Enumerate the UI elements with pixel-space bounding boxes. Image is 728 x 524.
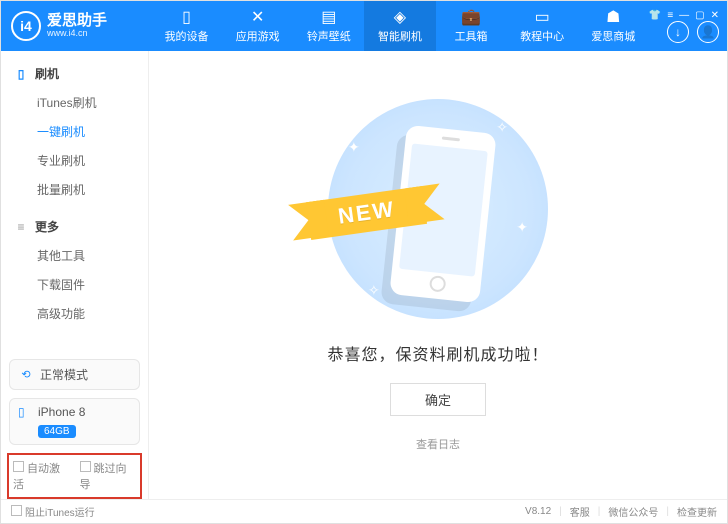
update-link[interactable]: 检查更新 (677, 504, 717, 519)
nav-label: 智能刷机 (378, 28, 422, 44)
device-small-icon: ▯ (18, 405, 32, 419)
storage-badge: 64GB (38, 425, 76, 438)
flash-icon: ◈ (394, 8, 406, 26)
group-label: 更多 (35, 218, 59, 235)
download-icon[interactable]: ↓ (667, 21, 689, 43)
device-box[interactable]: ▯ iPhone 8 64GB (9, 398, 140, 445)
nav-apps-games[interactable]: ✕ 应用游戏 (222, 1, 293, 51)
apps-icon: ✕ (251, 8, 264, 26)
device-icon: ▯ (182, 8, 191, 26)
app-logo: i4 爱思助手 www.i4.cn (11, 11, 151, 41)
close-icon[interactable]: ✕ (711, 10, 719, 21)
user-icon[interactable]: 👤 (697, 21, 719, 43)
sidebar-group-more[interactable]: ≡ 更多 (1, 212, 148, 241)
phone-icon: ▯ (13, 67, 29, 81)
sidebar: ▯ 刷机 iTunes刷机 一键刷机 专业刷机 批量刷机 ≡ 更多 其他工具 下… (1, 51, 149, 499)
nav-label: 应用游戏 (236, 28, 280, 44)
top-nav: ▯ 我的设备 ✕ 应用游戏 ▤ 铃声壁纸 ◈ 智能刷机 💼 工具箱 ▭ 教程中心… (151, 1, 649, 51)
footer-bar: 阻止iTunes运行 V8.12 | 客服 | 微信公众号 | 检查更新 (1, 499, 727, 523)
success-illustration: ✦ ✧ ✦ ✧ NEW (328, 99, 548, 319)
content-pane: ✦ ✧ ✦ ✧ NEW 恭喜您，保资料刷机成功啦！ 确定 查看日志 (149, 51, 727, 499)
wechat-link[interactable]: 微信公众号 (608, 504, 658, 519)
nav-my-device[interactable]: ▯ 我的设备 (151, 1, 222, 51)
nav-label: 教程中心 (520, 28, 564, 44)
nav-store[interactable]: ☗ 爱思商城 (578, 1, 649, 51)
sidebar-item-other-tools[interactable]: 其他工具 (1, 241, 148, 270)
nav-toolbox[interactable]: 💼 工具箱 (436, 1, 507, 51)
mode-status[interactable]: ⟲ 正常模式 (9, 359, 140, 390)
nav-label: 工具箱 (455, 28, 488, 44)
sidebar-item-batch-flash[interactable]: 批量刷机 (1, 175, 148, 204)
nav-label: 我的设备 (165, 28, 209, 44)
title-bar: i4 爱思助手 www.i4.cn ▯ 我的设备 ✕ 应用游戏 ▤ 铃声壁纸 ◈… (1, 1, 727, 51)
sidebar-item-advanced[interactable]: 高级功能 (1, 299, 148, 328)
support-link[interactable]: 客服 (570, 504, 590, 519)
sidebar-group-flash[interactable]: ▯ 刷机 (1, 59, 148, 88)
chk-auto-activate[interactable]: 自动激活 (13, 460, 70, 492)
chk-skip-wizard[interactable]: 跳过向导 (80, 460, 137, 492)
skin-icon[interactable]: 👕 (649, 10, 661, 21)
store-icon: ☗ (606, 8, 620, 26)
version-label: V8.12 (525, 506, 551, 517)
nav-flash[interactable]: ◈ 智能刷机 (364, 1, 435, 51)
sidebar-item-pro-flash[interactable]: 专业刷机 (1, 146, 148, 175)
logo-icon: i4 (11, 11, 41, 41)
sidebar-item-itunes-flash[interactable]: iTunes刷机 (1, 88, 148, 117)
refresh-icon: ⟲ (18, 367, 34, 383)
main-area: ▯ 刷机 iTunes刷机 一键刷机 专业刷机 批量刷机 ≡ 更多 其他工具 下… (1, 51, 727, 499)
nav-ringtones[interactable]: ▤ 铃声壁纸 (293, 1, 364, 51)
nav-label: 爱思商城 (591, 28, 635, 44)
brand-name: 爱思助手 (47, 13, 107, 30)
window-controls: 👕 ≡ — ▢ ✕ (649, 10, 719, 21)
more-icon: ≡ (13, 220, 29, 234)
confirm-button[interactable]: 确定 (390, 383, 486, 416)
device-name: iPhone 8 (38, 405, 85, 419)
tutorial-icon: ▭ (535, 8, 550, 26)
nav-tutorials[interactable]: ▭ 教程中心 (507, 1, 578, 51)
group-label: 刷机 (35, 65, 59, 82)
minimize-icon[interactable]: — (679, 10, 689, 21)
nav-label: 铃声壁纸 (307, 28, 351, 44)
menu-icon[interactable]: ≡ (667, 10, 673, 21)
chk-block-itunes[interactable]: 阻止iTunes运行 (11, 504, 95, 519)
wallpaper-icon: ▤ (321, 8, 336, 26)
success-message: 恭喜您，保资料刷机成功啦！ (327, 341, 548, 365)
toolbox-icon: 💼 (461, 8, 481, 26)
brand-site: www.i4.cn (47, 29, 107, 39)
options-highlight: 自动激活 跳过向导 (7, 453, 142, 499)
maximize-icon[interactable]: ▢ (695, 10, 704, 21)
sidebar-item-onekey-flash[interactable]: 一键刷机 (1, 117, 148, 146)
view-log-link[interactable]: 查看日志 (416, 436, 460, 452)
sidebar-item-download-firmware[interactable]: 下载固件 (1, 270, 148, 299)
mode-label: 正常模式 (40, 366, 88, 383)
